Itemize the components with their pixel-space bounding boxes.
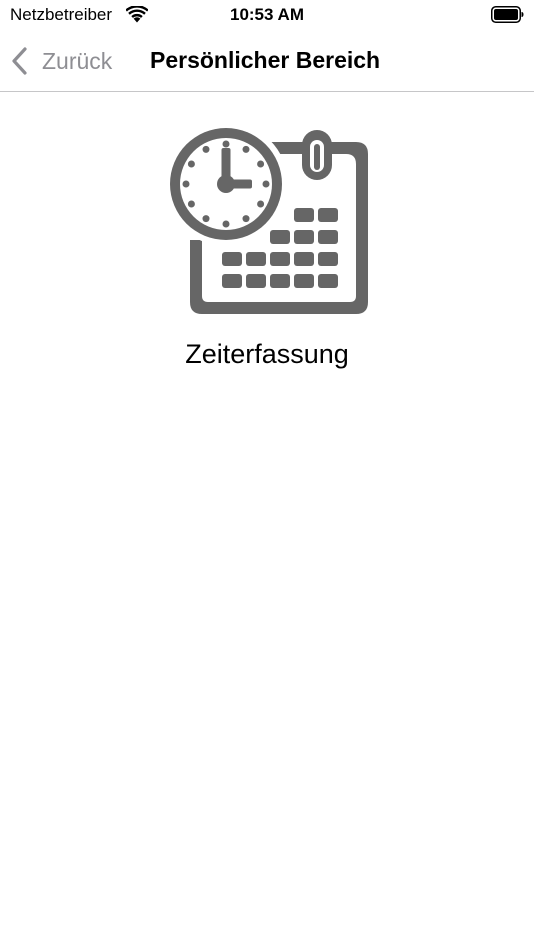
- tile-zeiterfassung[interactable]: Zeiterfassung: [160, 120, 374, 370]
- status-time: 10:53 AM: [229, 5, 304, 24]
- navigation-bar: Zurück Persönlicher Bereich: [0, 30, 534, 92]
- tile-label: Zeiterfassung: [185, 339, 349, 369]
- battery-icon: [491, 6, 524, 23]
- page-title: Persönlicher Bereich: [150, 47, 381, 73]
- back-button[interactable]: Zurück: [10, 45, 112, 77]
- chevron-left-icon: [12, 47, 27, 75]
- back-button-label: Zurück: [42, 48, 113, 74]
- status-bar: Netzbetreiber 10:53 AM: [0, 0, 534, 30]
- clock-calendar-icon: [164, 122, 368, 314]
